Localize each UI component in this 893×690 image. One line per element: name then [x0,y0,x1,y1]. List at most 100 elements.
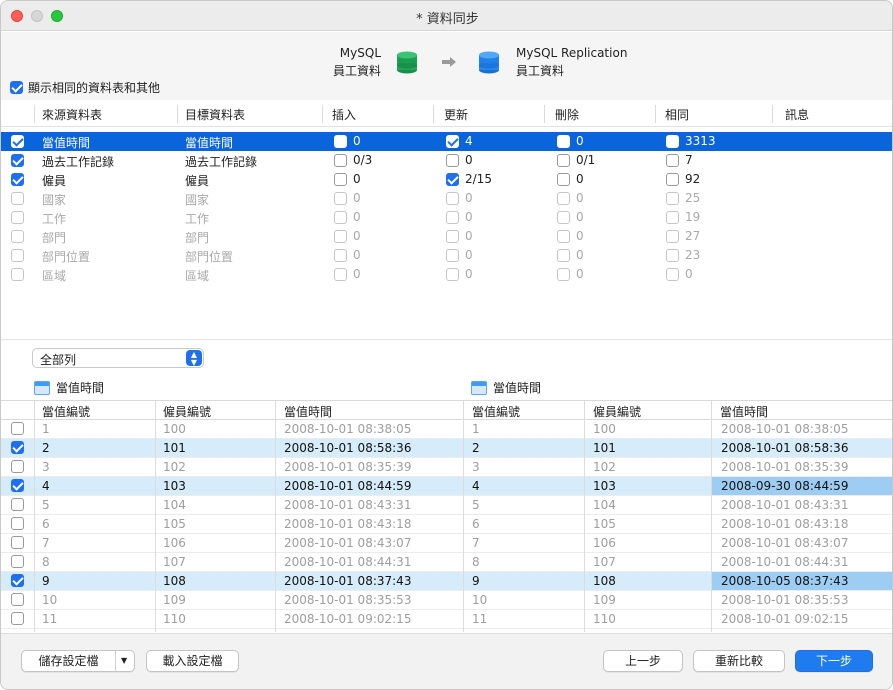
grid-cell-left-employee[interactable]: 101 [163,441,186,455]
grid-row[interactable]: 3 102 2008-10-01 08:35:39 3 102 2008-10-01 08… [1,458,892,477]
grid-row[interactable]: 2 101 2008-10-01 08:58:36 2 101 2008-10-01 08… [1,439,892,458]
delete-checkbox[interactable] [557,230,570,243]
grid-col-left-time[interactable]: 當值時間 [284,403,332,420]
grid-cell-left-employee[interactable]: 102 [163,460,186,474]
grid-cell-right-employee[interactable]: 101 [593,441,616,455]
grid-cell-left-id[interactable]: 6 [42,517,50,531]
grid-cell-right-time[interactable]: 2008-10-01 08:43:07 [721,536,848,550]
row-select-checkbox[interactable] [11,555,24,568]
chevron-down-icon[interactable]: ▼ [121,651,127,671]
col-same[interactable]: 相同 [665,106,689,123]
grid-cell-right-employee[interactable]: 102 [593,460,616,474]
grid-cell-left-employee[interactable]: 104 [163,498,186,512]
update-checkbox[interactable] [446,154,459,167]
col-source-table[interactable]: 來源資料表 [42,106,102,123]
row-select-checkbox[interactable] [11,612,24,625]
table-row[interactable]: 工作 工作 0 0 0 19 [1,208,892,227]
grid-cell-right-id[interactable]: 9 [472,574,480,588]
table-row[interactable]: 國家 國家 0 0 0 25 [1,189,892,208]
same-checkbox[interactable] [666,230,679,243]
update-checkbox[interactable] [446,230,459,243]
grid-cell-left-id[interactable]: 2 [42,441,50,455]
grid-cell-left-time[interactable]: 2008-10-01 08:58:36 [284,441,411,455]
table-row[interactable]: 僱員 僱員 0 2/15 0 92 [1,170,892,189]
grid-cell-right-time[interactable]: 2008-10-01 09:02:15 [721,612,848,626]
insert-checkbox[interactable] [334,211,347,224]
grid-row[interactable]: 10 109 2008-10-01 08:35:53 10 109 2008-10-01 … [1,591,892,610]
grid-col-right-id[interactable]: 當值編號 [472,403,520,420]
grid-cell-right-employee[interactable]: 108 [593,574,616,588]
grid-cell-left-id[interactable]: 7 [42,536,50,550]
grid-cell-right-employee[interactable]: 103 [593,479,616,493]
grid-cell-left-time[interactable]: 2008-10-01 08:44:31 [284,555,411,569]
same-checkbox[interactable] [666,135,679,148]
load-profile-button[interactable]: 載入設定檔 [146,650,239,672]
grid-cell-left-time[interactable]: 2008-10-01 08:35:53 [284,593,411,607]
grid-cell-right-id[interactable]: 11 [472,612,487,626]
grid-row[interactable]: 7 106 2008-10-01 08:43:07 7 106 2008-10-01 08… [1,534,892,553]
delete-checkbox[interactable] [557,154,570,167]
delete-checkbox[interactable] [557,173,570,186]
col-update[interactable]: 更新 [444,106,468,123]
table-row[interactable]: 部門 部門 0 0 0 27 [1,227,892,246]
update-checkbox[interactable] [446,135,459,148]
grid-cell-right-id[interactable]: 7 [472,536,480,550]
grid-cell-left-time[interactable]: 2008-10-01 08:43:31 [284,498,411,512]
grid-cell-right-time[interactable]: 2008-10-01 08:35:39 [721,460,848,474]
grid-col-right-employee[interactable]: 僱員編號 [593,403,641,420]
grid-cell-right-employee[interactable]: 100 [593,422,616,436]
grid-cell-right-time[interactable]: 2008-10-01 08:35:53 [721,593,848,607]
table-row[interactable]: 部門位置 部門位置 0 0 0 23 [1,246,892,265]
table-select-checkbox[interactable] [11,135,24,148]
grid-cell-left-id[interactable]: 10 [42,593,57,607]
row-select-checkbox[interactable] [11,479,24,492]
same-checkbox[interactable] [666,249,679,262]
delete-checkbox[interactable] [557,192,570,205]
grid-cell-right-time[interactable]: 2008-10-05 08:37:43 [721,574,848,588]
recompare-button[interactable]: 重新比較 [693,650,785,672]
delete-checkbox[interactable] [557,249,570,262]
update-checkbox[interactable] [446,249,459,262]
grid-cell-right-id[interactable]: 3 [472,460,480,474]
grid-cell-left-id[interactable]: 3 [42,460,50,474]
insert-checkbox[interactable] [334,173,347,186]
row-select-checkbox[interactable] [11,574,24,587]
grid-cell-right-id[interactable]: 4 [472,479,480,493]
grid-cell-right-employee[interactable]: 110 [593,612,616,626]
table-row[interactable]: 當值時間 當值時間 0 4 0 3313 [1,132,892,151]
grid-cell-left-id[interactable]: 9 [42,574,50,588]
grid-cell-left-employee[interactable]: 106 [163,536,186,550]
update-checkbox[interactable] [446,268,459,281]
delete-checkbox[interactable] [557,268,570,281]
grid-cell-left-id[interactable]: 11 [42,612,57,626]
table-row[interactable]: 區域 區域 0 0 0 0 [1,265,892,284]
table-select-checkbox[interactable] [11,173,24,186]
grid-cell-left-id[interactable]: 8 [42,555,50,569]
table-row[interactable]: 過去工作記錄 過去工作記錄 0/3 0 0/1 7 [1,151,892,170]
col-message[interactable]: 訊息 [785,106,809,123]
grid-cell-right-employee[interactable]: 107 [593,555,616,569]
grid-cell-right-employee[interactable]: 109 [593,593,616,607]
table-select-checkbox[interactable] [11,192,24,205]
grid-cell-right-time[interactable]: 2008-10-01 08:44:31 [721,555,848,569]
grid-cell-right-id[interactable]: 5 [472,498,480,512]
grid-cell-left-time[interactable]: 2008-10-01 09:02:15 [284,612,411,626]
grid-cell-right-time[interactable]: 2008-10-01 08:43:18 [721,517,848,531]
grid-cell-right-employee[interactable]: 106 [593,536,616,550]
grid-cell-right-id[interactable]: 8 [472,555,480,569]
grid-row[interactable]: 4 103 2008-10-01 08:44:59 4 103 2008-09-30 08… [1,477,892,496]
grid-col-left-id[interactable]: 當值編號 [42,403,90,420]
grid-cell-right-employee[interactable]: 105 [593,517,616,531]
insert-checkbox[interactable] [334,154,347,167]
row-select-checkbox[interactable] [11,593,24,606]
insert-checkbox[interactable] [334,135,347,148]
same-checkbox[interactable] [666,211,679,224]
same-checkbox[interactable] [666,154,679,167]
row-select-checkbox[interactable] [11,441,24,454]
show-same-option[interactable]: 顯示相同的資料表和其他 [10,79,160,96]
table-select-checkbox[interactable] [11,211,24,224]
grid-cell-right-id[interactable]: 1 [472,422,480,436]
row-select-checkbox[interactable] [11,460,24,473]
grid-cell-left-time[interactable]: 2008-10-01 08:43:07 [284,536,411,550]
update-checkbox[interactable] [446,211,459,224]
